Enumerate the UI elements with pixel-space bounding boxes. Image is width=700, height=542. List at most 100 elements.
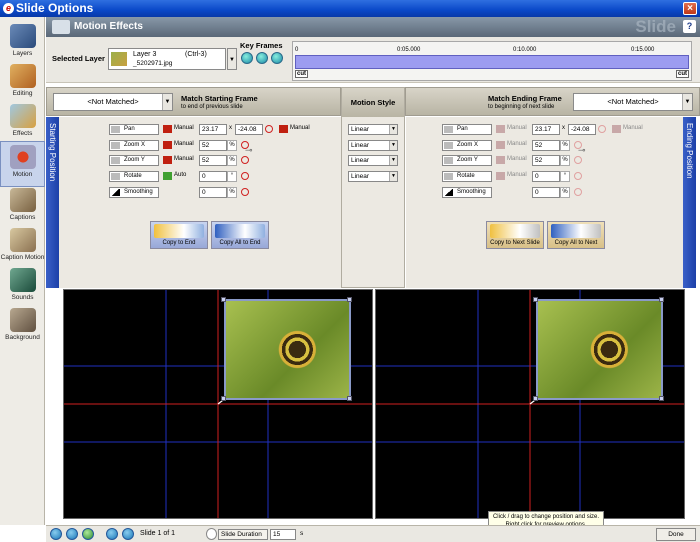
motion-style-pan-select[interactable]: Linear ▼ xyxy=(348,124,398,135)
mode-icon[interactable] xyxy=(163,172,172,180)
mode-label: Manual xyxy=(174,125,194,131)
pan-button[interactable]: Pan xyxy=(442,124,492,135)
chevron-down-icon[interactable]: ▼ xyxy=(389,125,397,134)
pan-x-input[interactable]: 23.17 xyxy=(532,124,560,135)
mode-icon[interactable] xyxy=(163,156,172,164)
reset-icon[interactable] xyxy=(241,156,249,164)
slide-duration-input[interactable]: 15 xyxy=(270,529,296,540)
reset-icon[interactable] xyxy=(574,188,582,196)
mode-icon[interactable] xyxy=(496,156,505,164)
resize-handle[interactable] xyxy=(659,297,664,302)
chevron-down-icon[interactable]: ▼ xyxy=(389,156,397,165)
reset-icon[interactable] xyxy=(574,172,582,180)
layer-image[interactable] xyxy=(224,299,351,400)
sidebar-item-background[interactable]: Background xyxy=(0,305,45,351)
effects-icon xyxy=(9,104,36,128)
smoothing-input[interactable]: 0 xyxy=(532,187,560,198)
smoothing-button[interactable]: Smoothing xyxy=(442,187,492,198)
pan-y-input[interactable]: -24.08 xyxy=(568,124,596,135)
pan-x-input[interactable]: 23.17 xyxy=(199,124,227,135)
resize-handle[interactable] xyxy=(533,297,538,302)
layer-select[interactable]: Layer 3 (Ctrl-3) _5202971.jpg xyxy=(108,48,226,70)
prev-keyframe-button[interactable] xyxy=(241,52,253,64)
start-preview[interactable] xyxy=(63,289,373,519)
play-icon[interactable] xyxy=(82,528,94,540)
copy-all-to-next-button[interactable]: Copy All to Next xyxy=(547,221,605,249)
next-slide-button[interactable] xyxy=(122,528,134,540)
zoom-x-button[interactable]: Zoom X xyxy=(442,140,492,151)
copy-to-end-button[interactable]: Copy to End xyxy=(150,221,208,249)
match-start-select[interactable]: <Not Matched> ▼ xyxy=(53,93,173,111)
done-button[interactable]: Done xyxy=(656,528,696,541)
smoothing-input[interactable]: 0 xyxy=(199,187,227,198)
mode-icon[interactable] xyxy=(612,125,621,133)
pan-button[interactable]: Pan xyxy=(109,124,159,135)
copy-to-next-slide-button[interactable]: Copy to Next Slide xyxy=(486,221,544,249)
sidebar-item-motion[interactable]: Motion xyxy=(0,141,45,187)
resize-handle[interactable] xyxy=(221,297,226,302)
slide-watermark: Slide xyxy=(635,17,676,36)
prev-slide-button[interactable] xyxy=(106,528,118,540)
reset-icon[interactable] xyxy=(241,172,249,180)
reset-icon[interactable] xyxy=(265,125,273,133)
chevron-down-icon[interactable]: ▼ xyxy=(162,94,172,110)
mode-icon[interactable] xyxy=(496,172,505,180)
motion-style-value: Linear xyxy=(351,142,370,149)
rotate-input[interactable]: 0 xyxy=(199,171,227,182)
mode-icon[interactable] xyxy=(496,125,505,133)
zoom-x-input[interactable]: 52 xyxy=(532,140,560,151)
layer-image[interactable] xyxy=(536,299,663,400)
close-button[interactable]: × xyxy=(683,2,697,15)
rotate-label: Rotate xyxy=(124,173,142,179)
motion-style-zoomx-select[interactable]: Linear ▼ xyxy=(348,140,398,151)
pan-y-input[interactable]: -24.08 xyxy=(235,124,263,135)
zoom-out-icon[interactable] xyxy=(66,528,78,540)
motion-style-zoomy-select[interactable]: Linear ▼ xyxy=(348,155,398,166)
smoothing-button[interactable]: Smoothing xyxy=(109,187,159,198)
mode-icon[interactable] xyxy=(279,125,288,133)
chevron-down-icon[interactable]: ▼ xyxy=(682,94,692,110)
end-preview[interactable] xyxy=(375,289,685,519)
rotate-input[interactable]: 0 xyxy=(532,171,560,182)
start-pan-row: Pan Manual 23.17 x -24.08 Manual xyxy=(109,124,329,135)
resize-handle[interactable] xyxy=(533,396,538,401)
zoom-y-button[interactable]: Zoom Y xyxy=(109,155,159,166)
mode-icon[interactable] xyxy=(163,141,172,149)
zoom-in-icon[interactable] xyxy=(50,528,62,540)
chevron-down-icon[interactable]: ▼ xyxy=(389,172,397,181)
chevron-down-icon[interactable]: ▼ xyxy=(389,141,397,150)
copy-button-label: Copy to Next Slide xyxy=(490,240,540,246)
match-end-select[interactable]: <Not Matched> ▼ xyxy=(573,93,693,111)
timeline-bar[interactable] xyxy=(295,55,689,69)
resize-handle[interactable] xyxy=(347,297,352,302)
start-zoomx-row: Zoom X Manual 52 % xyxy=(109,140,329,151)
add-keyframe-button[interactable] xyxy=(256,52,268,64)
keyframe-timeline[interactable]: 0 0:05.000 0:10.000 0:15.000 cut cut xyxy=(292,41,692,81)
resize-handle[interactable] xyxy=(347,396,352,401)
link-zoom-icon[interactable]: ⊸ xyxy=(578,145,586,156)
resize-handle[interactable] xyxy=(221,396,226,401)
help-button[interactable]: ? xyxy=(683,20,696,33)
copy-icon xyxy=(490,224,540,238)
mode-icon[interactable] xyxy=(496,141,505,149)
zoom-y-input[interactable]: 52 xyxy=(532,155,560,166)
chevron-down-icon[interactable]: ▼ xyxy=(227,48,237,70)
reset-icon[interactable] xyxy=(574,156,582,164)
zoom-x-input[interactable]: 52 xyxy=(199,140,227,151)
zoom-y-button[interactable]: Zoom Y xyxy=(442,155,492,166)
motion-icon xyxy=(9,145,36,169)
reset-icon[interactable] xyxy=(241,188,249,196)
rotate-button[interactable]: Rotate xyxy=(442,171,492,182)
zoom-x-button[interactable]: Zoom X xyxy=(109,140,159,151)
mode-label: Manual xyxy=(174,156,194,162)
rotate-button[interactable]: Rotate xyxy=(109,171,159,182)
sidebar-item-label: Sounds xyxy=(11,294,34,301)
link-zoom-icon[interactable]: ⊸ xyxy=(245,145,253,156)
zoom-y-input[interactable]: 52 xyxy=(199,155,227,166)
reset-icon[interactable] xyxy=(598,125,606,133)
next-keyframe-button[interactable] xyxy=(271,52,283,64)
copy-all-to-end-button[interactable]: Copy All to End xyxy=(211,221,269,249)
mode-icon[interactable] xyxy=(163,125,172,133)
resize-handle[interactable] xyxy=(659,396,664,401)
motion-style-rotate-select[interactable]: Linear ▼ xyxy=(348,171,398,182)
